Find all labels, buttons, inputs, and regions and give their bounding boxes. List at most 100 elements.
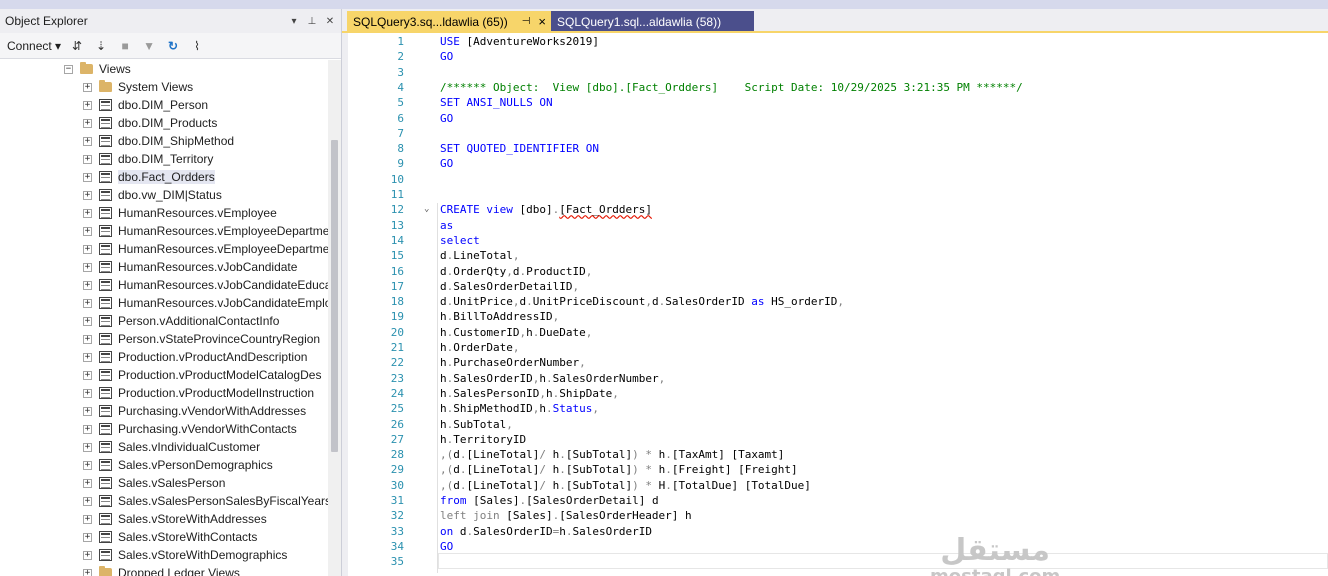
tree-folder[interactable]: + System Views <box>83 78 193 96</box>
expand-icon[interactable]: + <box>83 496 92 506</box>
line-number: 4 <box>397 80 404 94</box>
tree-view-item[interactable]: + HumanResources.vEmployeeDepartme <box>83 240 329 258</box>
window-position-icon[interactable]: ▾ <box>287 16 301 27</box>
connect-button[interactable]: Connect ▾ <box>7 39 61 53</box>
tree-view-item[interactable]: + Sales.vIndividualCustomer <box>83 438 260 456</box>
expand-icon[interactable]: + <box>83 226 92 236</box>
tree-view-item[interactable]: + Purchasing.vVendorWithContacts <box>83 420 297 438</box>
tree-item-label: dbo.Fact_Ordders <box>118 170 215 184</box>
code-token: , <box>612 386 619 400</box>
expand-icon[interactable]: + <box>83 388 92 398</box>
tree-view-item[interactable]: + dbo.DIM_Territory <box>83 150 213 168</box>
expand-icon[interactable]: + <box>83 352 92 362</box>
tree-view-item[interactable]: + Sales.vSalesPersonSalesByFiscalYears <box>83 492 331 510</box>
expand-icon[interactable]: + <box>83 172 92 182</box>
expand-icon[interactable]: + <box>83 568 92 576</box>
expand-icon[interactable]: + <box>83 424 92 434</box>
expand-icon[interactable]: + <box>83 244 92 254</box>
line-number: 3 <box>397 65 404 79</box>
code-token: OrderDate <box>453 341 513 354</box>
code-token: [Freight] [Freight] <box>671 463 798 477</box>
line-number: 9 <box>397 157 404 171</box>
scrollbar-thumb[interactable] <box>331 140 338 452</box>
expand-icon[interactable]: + <box>83 532 92 542</box>
tree-folder[interactable]: + Dropped Ledger Views <box>83 564 240 576</box>
close-icon[interactable]: ✕ <box>323 16 337 27</box>
expand-icon[interactable]: + <box>83 406 92 416</box>
expand-icon[interactable]: + <box>83 82 92 92</box>
expand-icon[interactable]: + <box>83 280 92 290</box>
expand-icon[interactable]: + <box>83 208 92 218</box>
expand-icon[interactable]: + <box>83 334 92 344</box>
pin-icon[interactable]: ⊣ <box>522 16 531 27</box>
expand-icon[interactable]: + <box>83 478 92 488</box>
disconnect-icon[interactable]: ⇣ <box>93 38 109 54</box>
line-number: 5 <box>397 96 404 110</box>
tree-view-item[interactable]: + HumanResources.vJobCandidateEduca <box>83 276 331 294</box>
tree-view-item[interactable]: + Person.vAdditionalContactInfo <box>83 312 279 330</box>
tree-item-label: Sales.vStoreWithContacts <box>118 530 258 544</box>
collapse-icon[interactable]: − <box>64 64 73 74</box>
tree-view-item[interactable]: + dbo.DIM_Person <box>83 96 208 114</box>
stop-icon[interactable]: ■ <box>117 38 133 54</box>
code-text: h.OrderDate, <box>440 340 519 355</box>
tree-view-item[interactable]: + Sales.vSalesPerson <box>83 474 225 492</box>
code-token: [LineTotal] <box>466 478 540 492</box>
expand-icon[interactable]: + <box>83 136 92 146</box>
tree-folder[interactable]: − Views <box>64 60 131 78</box>
tree-view-item[interactable]: + dbo.vw_DIM|Status <box>83 186 222 204</box>
tree-view-item[interactable]: + Production.vProductAndDescription <box>83 348 307 366</box>
tree-view-item[interactable]: + HumanResources.vJobCandidate <box>83 258 297 276</box>
tab-sqlquery1[interactable]: SQLQuery1.sql...aldawlia (58)) <box>551 11 754 32</box>
expand-icon[interactable]: + <box>83 514 92 524</box>
close-tab-icon[interactable]: × <box>538 14 546 29</box>
tree-view-item[interactable]: + dbo.DIM_ShipMethod <box>83 132 234 150</box>
tab-sqlquery3[interactable]: SQLQuery3.sq...ldawlia (65)) ⊣ × <box>347 11 552 32</box>
refresh-icon[interactable]: ↻ <box>165 38 181 54</box>
activity-monitor-icon[interactable]: ⌇ <box>189 38 205 54</box>
expand-icon[interactable]: + <box>83 550 92 560</box>
expand-icon[interactable]: + <box>83 370 92 380</box>
expand-icon[interactable]: + <box>83 298 92 308</box>
tree-view-item[interactable]: + Sales.vStoreWithContacts <box>83 528 257 546</box>
object-explorer-scrollbar[interactable] <box>328 60 341 576</box>
code-token: ProductID <box>526 264 586 278</box>
code-token: . <box>665 478 672 492</box>
connect-icon[interactable]: ⇵ <box>69 38 85 54</box>
tree-view-item[interactable]: + Production.vProductModelCatalogDes <box>83 366 321 384</box>
expand-icon[interactable]: + <box>83 316 92 326</box>
tree-view-item[interactable]: + Sales.vStoreWithAddresses <box>83 510 267 528</box>
tree-view-item[interactable]: + HumanResources.vEmployee <box>83 204 277 222</box>
code-token: d <box>440 295 447 309</box>
expand-icon[interactable]: + <box>83 118 92 128</box>
filter-icon[interactable]: ▼ <box>141 38 157 54</box>
view-icon <box>99 153 112 165</box>
code-text: GO <box>440 49 453 64</box>
view-icon <box>99 297 112 309</box>
line-number: 22 <box>390 356 404 370</box>
expand-icon[interactable]: + <box>83 442 92 452</box>
code-token: ,( <box>440 478 454 492</box>
tree-view-item[interactable]: + Purchasing.vVendorWithAddresses <box>83 402 306 420</box>
expand-icon[interactable]: + <box>83 154 92 164</box>
tree-item-label: System Views <box>118 80 194 94</box>
tree-view-item[interactable]: + HumanResources.vJobCandidateEmplo <box>83 294 331 312</box>
expand-icon[interactable]: + <box>83 100 92 110</box>
view-icon <box>99 441 112 453</box>
tree-view-item[interactable]: + Production.vProductModelInstruction <box>83 384 314 402</box>
code-text: from [Sales].[SalesOrderDetail] d <box>440 493 659 508</box>
tree-view-item[interactable]: + dbo.Fact_Ordders <box>83 168 215 186</box>
code-token: . <box>526 295 533 309</box>
fold-toggle-icon[interactable]: ⌄ <box>424 202 429 217</box>
tree-view-item[interactable]: + HumanResources.vEmployeeDepartme <box>83 222 329 240</box>
tree-view-item[interactable]: + dbo.DIM_Products <box>83 114 217 132</box>
pin-icon[interactable]: ⊥ <box>305 16 319 27</box>
tree-view-item[interactable]: + Person.vStateProvinceCountryRegion <box>83 330 320 348</box>
expand-icon[interactable]: + <box>83 190 92 200</box>
tree-view-item[interactable]: + Sales.vStoreWithDemographics <box>83 546 287 564</box>
expand-icon[interactable]: + <box>83 262 92 272</box>
code-token: USE <box>440 35 467 48</box>
sql-editor[interactable]: 1 USE [AdventureWorks2019] 2 GO 3 4 /****** Ob… <box>342 33 1328 576</box>
expand-icon[interactable]: + <box>83 460 92 470</box>
tree-view-item[interactable]: + Sales.vPersonDemographics <box>83 456 273 474</box>
